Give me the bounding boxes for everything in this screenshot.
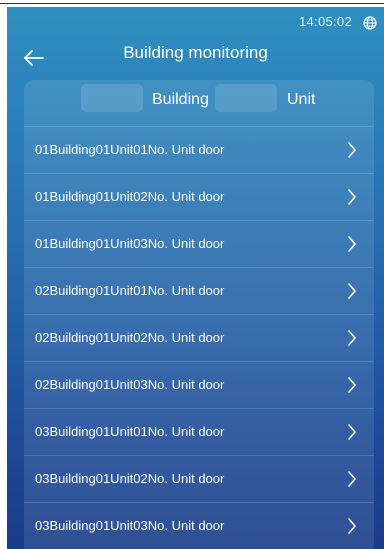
chevron-right-icon [348, 518, 356, 534]
chevron-right-icon [348, 377, 356, 393]
unit-select[interactable] [215, 84, 277, 112]
chevron-right-icon [348, 330, 356, 346]
building-label: Building [152, 91, 209, 108]
app-screen: 14:05:02 Building monitoring Building Un… [7, 7, 384, 549]
building-select[interactable] [81, 84, 143, 112]
door-list: 01Building01Unit01No. Unit door 01Buildi… [24, 126, 374, 549]
chevron-right-icon [348, 142, 356, 158]
chevron-right-icon [348, 471, 356, 487]
door-label: 03Building01Unit02No. Unit door [35, 471, 225, 486]
filter-bar: Building Unit [24, 80, 374, 118]
door-label: 03Building01Unit03No. Unit door [35, 518, 225, 533]
list-item[interactable]: 03Building01Unit01No. Unit door [24, 408, 374, 455]
chevron-right-icon [348, 189, 356, 205]
unit-label: Unit [287, 91, 316, 108]
list-item[interactable]: 03Building01Unit03No. Unit door [24, 502, 374, 549]
list-item[interactable]: 01Building01Unit03No. Unit door [24, 220, 374, 267]
page-title: Building monitoring [123, 43, 268, 62]
chevron-right-icon [348, 424, 356, 440]
chevron-right-icon [348, 283, 356, 299]
list-item[interactable]: 02Building01Unit03No. Unit door [24, 361, 374, 408]
door-label: 02Building01Unit02No. Unit door [35, 330, 225, 345]
door-label: 02Building01Unit03No. Unit door [35, 377, 225, 392]
door-list-panel: Building Unit 01Building01Unit01No. Unit… [24, 80, 374, 549]
door-label: 01Building01Unit01No. Unit door [35, 142, 225, 157]
list-item[interactable]: 02Building01Unit01No. Unit door [24, 267, 374, 314]
list-item[interactable]: 01Building01Unit02No. Unit door [24, 173, 374, 220]
door-label: 03Building01Unit01No. Unit door [35, 424, 225, 439]
status-time: 14:05:02 [298, 14, 352, 29]
door-label: 01Building01Unit02No. Unit door [35, 189, 225, 204]
device-frame: 14:05:02 Building monitoring Building Un… [0, 0, 384, 549]
door-label: 01Building01Unit03No. Unit door [35, 236, 225, 251]
list-item[interactable]: 01Building01Unit01No. Unit door [24, 126, 374, 173]
chevron-right-icon [348, 236, 356, 252]
list-item[interactable]: 03Building01Unit02No. Unit door [24, 455, 374, 502]
list-item[interactable]: 02Building01Unit02No. Unit door [24, 314, 374, 361]
globe-icon [363, 16, 377, 30]
frame-top-border [0, 3, 384, 4]
door-label: 02Building01Unit01No. Unit door [35, 283, 225, 298]
